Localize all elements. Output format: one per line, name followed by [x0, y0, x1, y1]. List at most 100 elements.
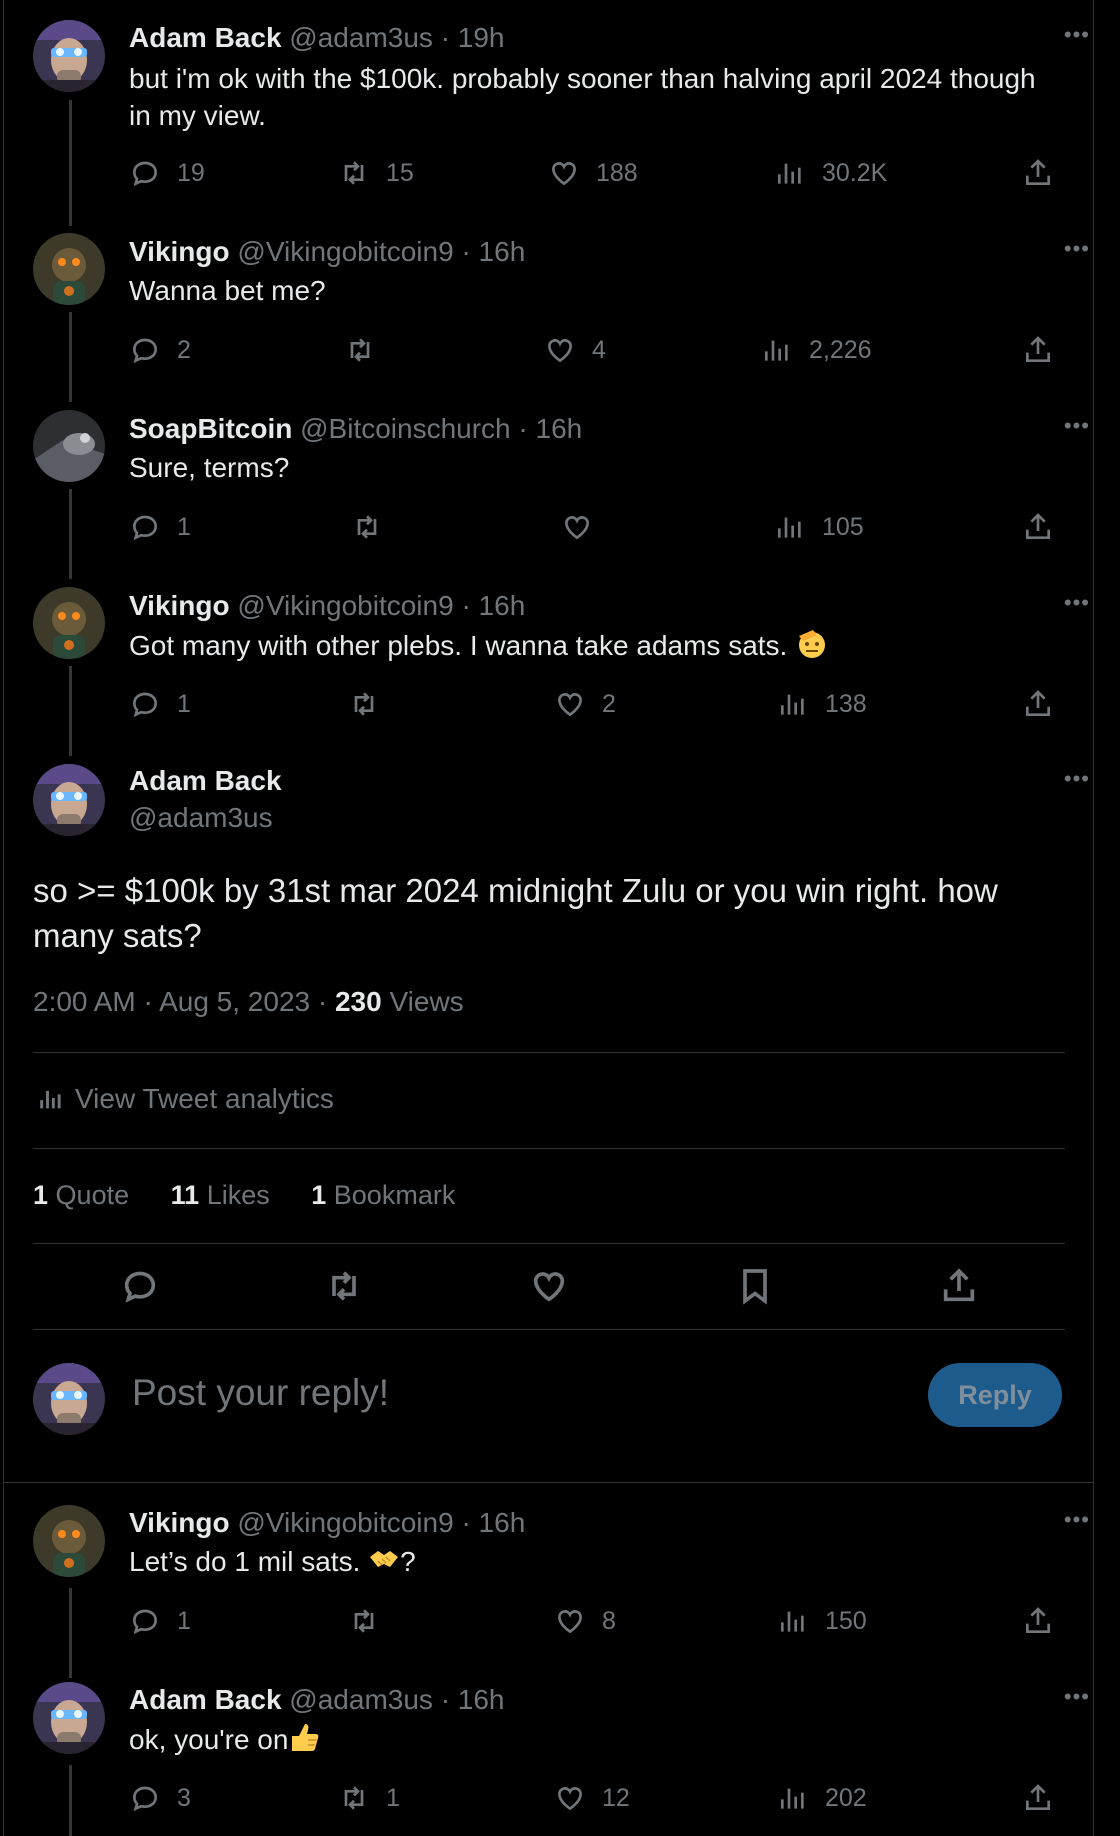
views-button[interactable]: 138	[777, 688, 867, 720]
like-icon	[548, 157, 580, 189]
avatar[interactable]	[33, 20, 105, 92]
view-analytics-link[interactable]: View Tweet analytics	[37, 1083, 334, 1115]
like-icon	[554, 688, 586, 720]
author-name[interactable]: Adam Back	[129, 1684, 282, 1715]
like-button[interactable]: 8	[554, 1605, 616, 1637]
retweet-button[interactable]	[351, 511, 383, 543]
views-button[interactable]: 2,226	[761, 334, 872, 366]
like-button[interactable]	[561, 511, 593, 543]
tweet-timestamp: 2:00 AM · Aug 5, 2023 · 230 Views	[33, 986, 464, 1018]
retweet-button[interactable]: 15	[338, 157, 414, 189]
like-button[interactable]: 188	[548, 157, 638, 189]
avatar[interactable]	[33, 1505, 105, 1577]
tweet-time[interactable]: · 16h	[518, 413, 582, 444]
reply-icon	[129, 157, 161, 189]
bookmark-button[interactable]	[735, 1266, 775, 1311]
author-handle[interactable]: @Vikingobitcoin9	[237, 236, 453, 267]
views-button[interactable]: 150	[777, 1605, 867, 1637]
author-handle[interactable]: @adam3us	[289, 22, 433, 53]
share-button[interactable]	[1022, 511, 1054, 543]
more-icon[interactable]: •••	[1064, 1684, 1090, 1710]
more-icon[interactable]: •••	[1064, 1507, 1090, 1533]
views-count: 202	[825, 1783, 867, 1812]
share-button[interactable]	[1022, 688, 1054, 720]
author-name[interactable]: Vikingo	[129, 1507, 230, 1538]
thread-line	[69, 666, 72, 756]
views-button[interactable]: 30.2K	[774, 157, 887, 189]
retweet-button[interactable]	[348, 1605, 380, 1637]
reply-button[interactable]: 3	[129, 1782, 191, 1814]
author-handle[interactable]: @adam3us	[289, 1684, 433, 1715]
like-button[interactable]: 12	[554, 1782, 630, 1814]
reply-button[interactable]: 19	[129, 157, 205, 189]
more-icon[interactable]: •••	[1064, 236, 1090, 262]
avatar[interactable]	[33, 233, 105, 305]
author-handle[interactable]: @Vikingobitcoin9	[237, 590, 453, 621]
author-name[interactable]: Adam Back	[129, 765, 282, 797]
likes-stat[interactable]: 11 Likes	[171, 1180, 270, 1210]
tweet-time[interactable]: · 16h	[461, 590, 525, 621]
tweet-time[interactable]: · 16h	[441, 1684, 505, 1715]
avatar[interactable]	[33, 410, 105, 482]
retweet-button[interactable]: 1	[338, 1782, 400, 1814]
share-button[interactable]	[939, 1266, 979, 1311]
more-icon[interactable]: •••	[1064, 766, 1090, 792]
avatar[interactable]	[33, 764, 105, 836]
more-icon[interactable]: •••	[1064, 413, 1090, 439]
reply-button[interactable]: 2	[129, 334, 191, 366]
timestamp-text[interactable]: 2:00 AM · Aug 5, 2023 ·	[33, 986, 335, 1017]
views-count: 138	[825, 689, 867, 718]
tweet-time[interactable]: · 19h	[441, 22, 505, 53]
avatar[interactable]	[33, 1682, 105, 1754]
views-icon	[37, 1085, 65, 1113]
share-button[interactable]	[1022, 334, 1054, 366]
share-button[interactable]	[1022, 1605, 1054, 1637]
share-icon	[939, 1266, 979, 1306]
like-button[interactable]: 2	[554, 688, 616, 720]
share-button[interactable]	[1022, 157, 1054, 189]
reply-submit-button[interactable]: Reply	[928, 1363, 1062, 1427]
author-name[interactable]: Vikingo	[129, 236, 230, 267]
author-handle[interactable]: @Vikingobitcoin9	[237, 1507, 453, 1538]
tweet-text: Let’s do 1 mil sats.	[129, 1546, 361, 1577]
author-name[interactable]: SoapBitcoin	[129, 413, 292, 444]
retweet-icon	[324, 1266, 364, 1306]
tweet-time[interactable]: · 16h	[461, 1507, 525, 1538]
divider	[33, 1329, 1065, 1330]
reply-button[interactable]: 1	[129, 511, 191, 543]
like-count: 188	[596, 158, 638, 187]
retweet-button[interactable]	[348, 688, 380, 720]
bookmarks-stat[interactable]: 1 Bookmark	[311, 1180, 455, 1210]
share-button[interactable]	[1022, 1782, 1054, 1814]
reply-button[interactable]: 1	[129, 688, 191, 720]
reply-button[interactable]	[120, 1266, 160, 1311]
share-icon	[1022, 157, 1054, 189]
like-icon	[554, 1782, 586, 1814]
tweet-time[interactable]: · 16h	[461, 236, 525, 267]
more-icon[interactable]: •••	[1064, 22, 1090, 48]
views-count: 150	[825, 1606, 867, 1635]
like-button[interactable]: 4	[544, 334, 606, 366]
reply-button[interactable]: 1	[129, 1605, 191, 1637]
quotes-stat[interactable]: 1 Quote	[33, 1180, 129, 1210]
author-name[interactable]: Vikingo	[129, 590, 230, 621]
reply-input[interactable]: Post your reply!	[132, 1372, 389, 1414]
retweet-button[interactable]	[324, 1266, 364, 1311]
retweet-button[interactable]	[344, 334, 376, 366]
saluting-face-emoji	[795, 626, 829, 669]
author-handle[interactable]: @Bitcoinschurch	[300, 413, 511, 444]
avatar[interactable]	[33, 587, 105, 659]
thread-line	[69, 100, 72, 226]
share-icon	[1022, 511, 1054, 543]
like-count: 12	[602, 1783, 630, 1812]
views-button[interactable]: 202	[777, 1782, 867, 1814]
author-handle[interactable]: @adam3us	[129, 802, 273, 834]
author-name[interactable]: Adam Back	[129, 22, 282, 53]
retweet-count: 1	[386, 1783, 400, 1812]
like-button[interactable]	[529, 1266, 569, 1311]
views-icon	[777, 1782, 809, 1814]
more-icon[interactable]: •••	[1064, 590, 1090, 616]
thumbs-up-emoji	[288, 1720, 322, 1763]
views-button[interactable]: 105	[774, 511, 864, 543]
like-count: 4	[592, 335, 606, 364]
